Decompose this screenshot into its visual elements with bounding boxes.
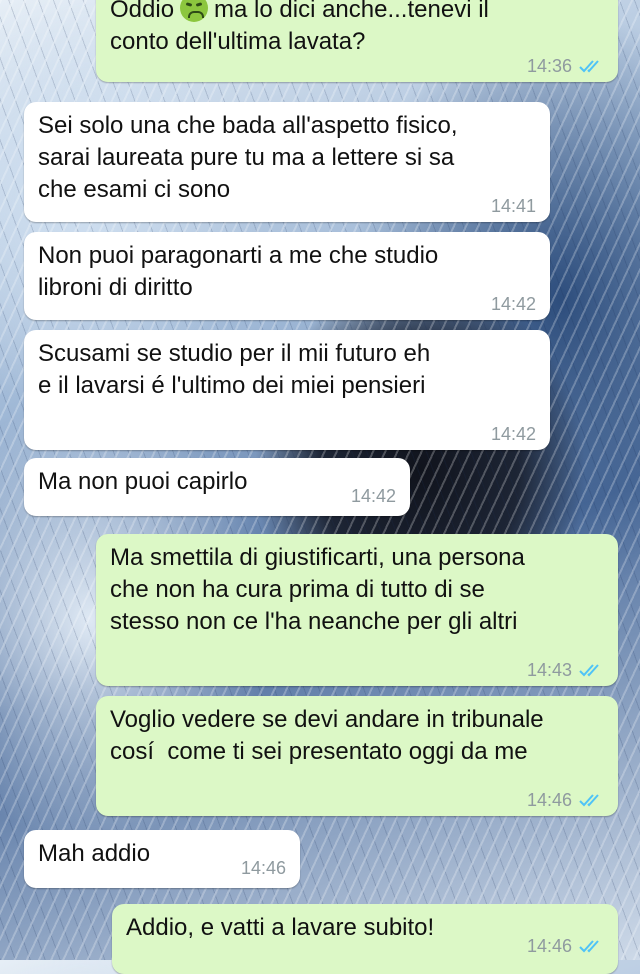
message-meta: 14:41 [491, 196, 536, 216]
message-text: Sei solo una che bada all'aspetto fisico… [38, 112, 458, 203]
message-text: Oddio ma lo dici anche...tenevi il conto … [110, 0, 604, 58]
double-check-read-icon [579, 940, 599, 953]
message-bubble-incoming[interactable]: Mah addio 14:46 [24, 830, 300, 888]
message-bubble-incoming[interactable]: Sei solo una che bada all'aspetto fisico… [24, 102, 550, 222]
message-meta: 14:42 [351, 486, 396, 506]
message-text: Ma non puoi capirlo [38, 468, 248, 495]
message-bubble-outgoing[interactable]: Voglio vedere se devi andare in tribunal… [96, 696, 618, 816]
message-time: 14:42 [350, 486, 396, 506]
message-text: Scusami se studio per il mii futuro eh e… [38, 340, 431, 399]
double-check-read-icon [579, 60, 599, 73]
message-meta: 14:46 [527, 936, 604, 956]
message-bubble-incoming[interactable]: Ma non puoi capirlo 14:42 [24, 458, 410, 516]
message-meta: 14:36 [527, 56, 604, 76]
message-text: Non puoi paragonarti a me che studio lib… [38, 242, 439, 301]
message-time: 14:43 [526, 660, 572, 680]
message-meta: 14:46 [527, 790, 604, 810]
message-meta: 14:42 [491, 294, 536, 314]
message-time: 14:36 [526, 56, 572, 76]
double-check-read-icon [579, 794, 599, 807]
message-meta: 14:43 [527, 660, 604, 680]
message-bubble-outgoing[interactable]: Oddio ma lo dici anche...tenevi il conto … [96, 0, 618, 82]
message-time: 14:46 [240, 858, 286, 878]
message-bubble-incoming[interactable]: Scusami se studio per il mii futuro eh e… [24, 330, 550, 450]
message-meta: 14:42 [491, 424, 536, 444]
message-text: Ma smettila di giustificarti, una person… [110, 544, 525, 635]
nauseated-face-icon [180, 0, 209, 22]
message-bubble-outgoing[interactable]: Addio, e vatti a lavare subito! 14:46 [112, 904, 618, 974]
double-check-read-icon [579, 664, 599, 677]
message-time: 14:41 [490, 196, 536, 216]
message-time: 14:46 [526, 790, 572, 810]
message-bubble-incoming[interactable]: Non puoi paragonarti a me che studio lib… [24, 232, 550, 320]
message-time: 14:42 [490, 424, 536, 444]
message-text: Voglio vedere se devi andare in tribunal… [110, 706, 544, 765]
message-bubble-outgoing[interactable]: Ma smettila di giustificarti, una person… [96, 534, 618, 686]
message-time: 14:46 [526, 936, 572, 956]
message-time: 14:42 [490, 294, 536, 314]
message-meta: 14:46 [241, 858, 286, 878]
